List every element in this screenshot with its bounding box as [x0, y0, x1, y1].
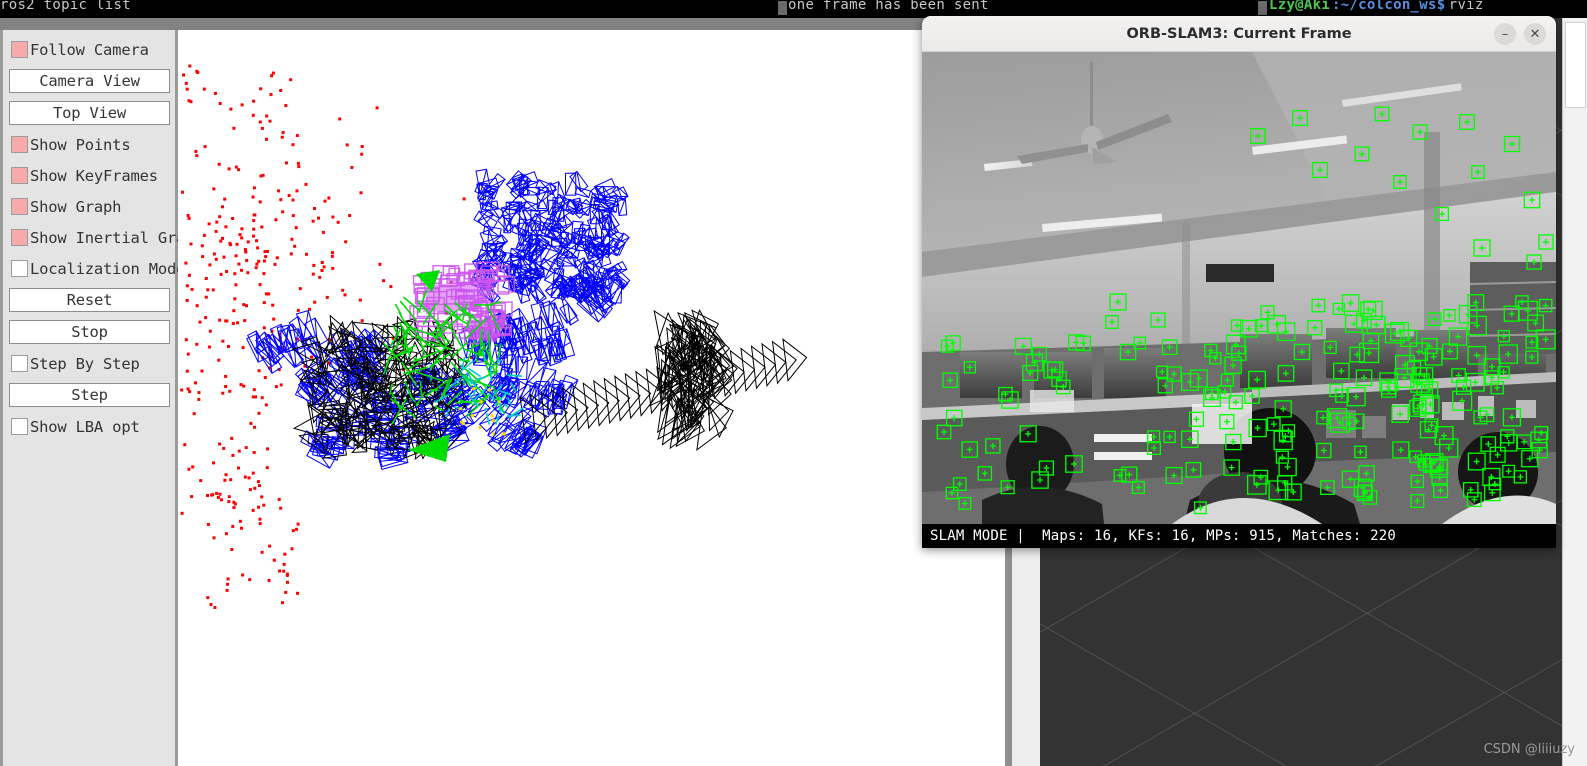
rviz-scrollbar-track[interactable] — [1562, 18, 1587, 766]
button-camera-view[interactable]: Camera View — [9, 69, 170, 93]
checkbox-label-follow-camera: Follow Camera — [30, 40, 149, 59]
current-frame-title: ORB-SLAM3: Current Frame — [1126, 25, 1352, 42]
current-frame-titlebar[interactable]: ORB-SLAM3: Current Frame – ✕ — [922, 16, 1556, 52]
checkbox-localization-mode[interactable] — [11, 260, 28, 277]
checkbox-label-show-graph: Show Graph — [30, 197, 122, 216]
button-reset[interactable]: Reset — [9, 288, 170, 312]
terminal-prompt-user: Lzy@Aki — [1269, 0, 1331, 13]
checkbox-row-follow-camera[interactable]: Follow Camera — [8, 38, 170, 61]
terminal-cursor-block-1 — [778, 1, 787, 15]
checkbox-row-step-by-step[interactable]: Step By Step — [8, 352, 170, 375]
checkbox-show-lba-opt[interactable] — [11, 418, 28, 435]
checkbox-follow-camera[interactable] — [11, 41, 28, 58]
checkbox-label-show-points: Show Points — [30, 135, 131, 154]
checkbox-show-keyframes[interactable] — [11, 167, 28, 184]
terminal-prompt-cmd: rviz — [1440, 0, 1484, 13]
orbslam-control-panel: Follow Camera Camera View Top View Show Poi… — [0, 30, 204, 766]
checkbox-show-points[interactable] — [11, 136, 28, 153]
minimize-button[interactable]: – — [1494, 23, 1516, 45]
orb-feature-overlay — [936, 106, 1556, 515]
terminal-prompt-path: :~/colcon_ws$ — [1332, 0, 1446, 13]
checkbox-show-inertial-graph[interactable] — [11, 229, 28, 246]
rviz-scrollbar-thumb[interactable] — [1565, 22, 1586, 108]
control-list: Follow Camera Camera View Top View Show Poi… — [8, 38, 204, 438]
button-stop[interactable]: Stop — [9, 320, 170, 344]
orbslam-map-viewer[interactable] — [178, 30, 1005, 766]
csdn-watermark: CSDN @liiiuzy — [1483, 742, 1575, 757]
slam-status-text: SLAM MODE | Maps: 16, KFs: 16, MPs: 915,… — [930, 528, 1396, 544]
terminal-cursor-block-2 — [1258, 1, 1267, 15]
button-step[interactable]: Step — [9, 383, 170, 407]
checkbox-row-show-points[interactable]: Show Points — [8, 133, 170, 156]
checkbox-row-show-graph[interactable]: Show Graph — [8, 195, 170, 218]
checkbox-row-localization-mode[interactable]: Localization Mode — [8, 257, 185, 280]
slam-status-bar: SLAM MODE | Maps: 16, KFs: 16, MPs: 915,… — [922, 524, 1556, 548]
terminal-left-text: ros2 topic list — [0, 0, 131, 13]
current-frame-window[interactable]: ORB-SLAM3: Current Frame – ✕ SLAM MODE |… — [922, 16, 1556, 548]
checkbox-label-show-lba-opt: Show LBA opt — [30, 417, 140, 436]
checkbox-row-show-lba-opt[interactable]: Show LBA opt — [8, 415, 170, 438]
checkbox-label-step-by-step: Step By Step — [30, 354, 140, 373]
checkbox-step-by-step[interactable] — [11, 355, 28, 372]
close-button[interactable]: ✕ — [1524, 23, 1546, 45]
checkbox-row-show-keyframes[interactable]: Show KeyFrames — [8, 164, 170, 187]
camera-frame-area: SLAM MODE | Maps: 16, KFs: 16, MPs: 915,… — [922, 52, 1556, 548]
checkbox-show-graph[interactable] — [11, 198, 28, 215]
map-canvas — [180, 64, 808, 609]
window-buttons: – ✕ — [1494, 23, 1546, 45]
checkbox-row-show-inertial-graph[interactable]: Show Inertial Graph — [8, 226, 204, 249]
checkbox-label-show-keyframes: Show KeyFrames — [30, 166, 158, 185]
screen: ros2 topic list one frame has been sent … — [0, 0, 1587, 766]
window-chrome-strip — [0, 18, 1040, 30]
terminal-middle-text: one frame has been sent — [788, 0, 989, 13]
button-top-view[interactable]: Top View — [9, 101, 170, 125]
checkbox-label-localization-mode: Localization Mode — [30, 259, 186, 278]
